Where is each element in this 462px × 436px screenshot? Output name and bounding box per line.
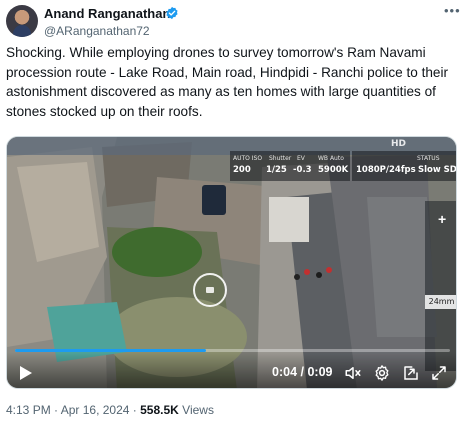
status-label: STATUS [417,155,440,162]
ev-label: EV [297,155,305,162]
iso-value: 200 [233,165,251,175]
wb-value: 5900K [318,165,349,175]
tweet-time[interactable]: 4:13 PM [6,403,51,417]
auto-iso-label: AUTO ISO [233,155,263,162]
avatar[interactable] [6,5,38,37]
duration: 0:09 [307,365,333,379]
tweet-date[interactable]: Apr 16, 2024 [61,403,130,417]
shutter-label: Shutter [269,155,292,162]
views-count: 558.5K [140,403,179,417]
video-progress-fill [15,349,207,352]
ev-value: -0.3 [293,165,312,175]
more-icon[interactable]: ••• [444,4,462,18]
verified-icon [166,6,178,20]
tweet-text: Shocking. While employing drones to surv… [6,45,449,119]
video-player[interactable]: AUTO ISO Shutter EV WB Auto 200 1/25 -0.… [6,136,457,389]
volume-muted-icon[interactable] [344,364,362,382]
current-time: 0:04 [272,365,298,379]
zoom-in-control: + [438,211,447,227]
author-handle[interactable]: @ARanganathan72 [44,24,150,38]
views-label: Views [182,403,214,417]
focus-target-icon [193,273,227,307]
settings-icon[interactable] [373,364,391,382]
fullscreen-icon[interactable] [430,364,448,382]
video-timestamp: 0:04 / 0:09 [272,365,333,379]
play-icon[interactable] [19,365,33,381]
wb-label: WB Auto [318,155,344,162]
author-name[interactable]: Anand Ranganathan [44,6,170,21]
tweet-metadata: 4:13 PM · Apr 16, 2024 · 558.5K Views [6,403,214,417]
mode-value: Slow SD [418,165,457,175]
tweet-card: Anand Ranganathan @ARanganathan72 ••• Sh… [0,0,462,436]
resolution-value: 1080P/24fps [356,165,416,175]
hd-label: HD [391,139,407,149]
video-progress-bar[interactable] [15,349,450,352]
meta-separator: · [132,403,137,417]
zoom-label: 24mm [425,295,456,309]
pip-icon[interactable] [402,364,420,382]
shutter-value: 1/25 [266,165,287,175]
meta-separator: · [54,403,59,417]
